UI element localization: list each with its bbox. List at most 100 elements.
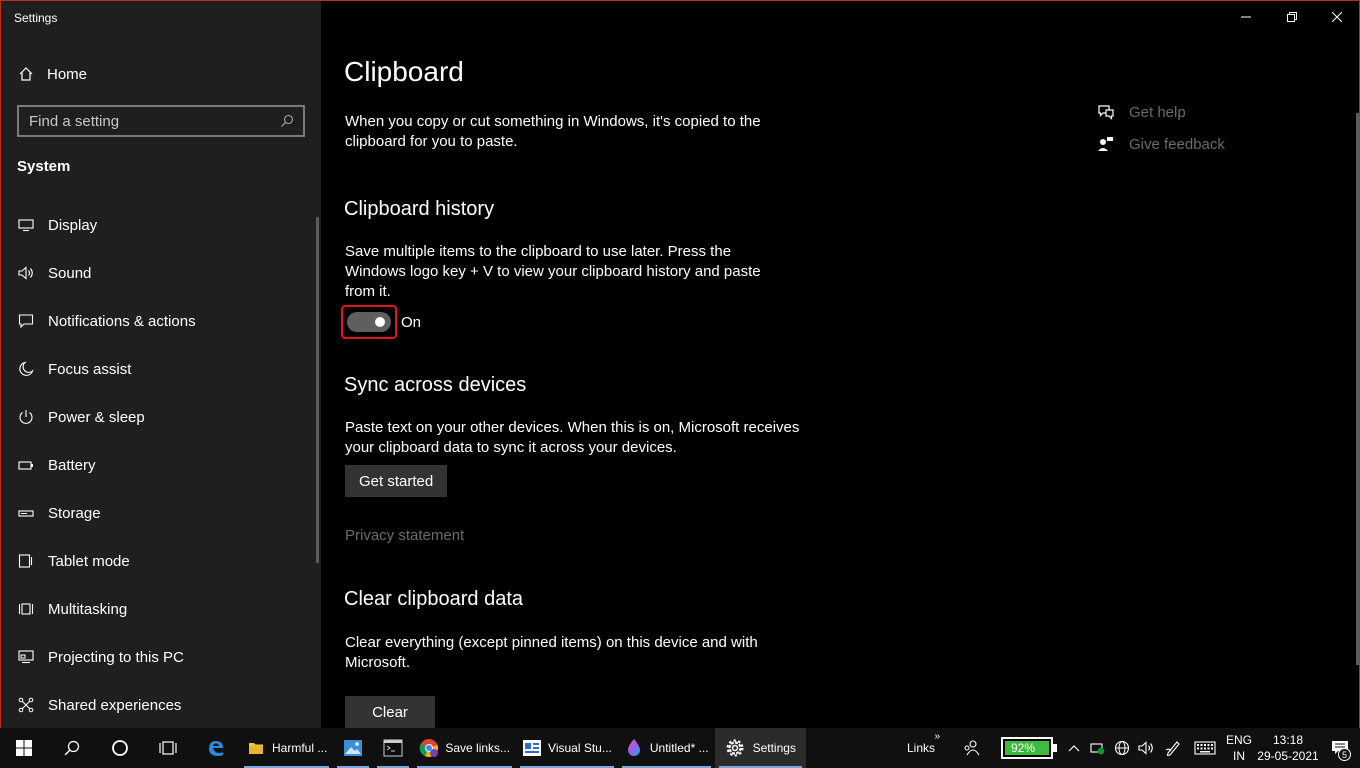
history-heading: Clipboard history (344, 198, 495, 220)
sidebar-item-label: Tablet mode (48, 552, 130, 570)
taskbar-app-label: Settings (752, 741, 796, 755)
terminal-icon (383, 738, 403, 758)
sidebar-item-label: Focus assist (48, 360, 132, 378)
clock-time: 13:18 (1272, 733, 1303, 747)
keyboard-icon (1194, 741, 1216, 755)
sidebar-item-shared-experiences[interactable]: Shared experiences (1, 681, 321, 728)
taskbar: Harmful ... Save links... Visual Stu... … (0, 728, 1360, 768)
sidebar-item-label: Sound (48, 264, 92, 282)
get-started-button[interactable]: Get started (345, 465, 448, 497)
taskbar-app-label: Visual Stu... (548, 741, 612, 755)
search-taskbar-button[interactable] (48, 728, 96, 768)
search-icon (64, 740, 80, 756)
sidebar-item-focus-assist[interactable]: Focus assist (1, 345, 321, 393)
main-content: Clipboard When you copy or cut something… (321, 1, 1359, 728)
notification-count-badge: 5 (1338, 748, 1351, 761)
language-code: ENG (1225, 733, 1252, 747)
sidebar-item-storage[interactable]: Storage (1, 489, 321, 537)
folder-icon (246, 738, 266, 758)
sidebar: Settings Home System Display Sound (1, 1, 321, 728)
network-button[interactable] (1110, 728, 1134, 768)
sidebar-item-power-sleep[interactable]: Power & sleep (1, 393, 321, 441)
minimize-button[interactable] (1223, 1, 1269, 33)
task-view-button[interactable] (144, 728, 192, 768)
search-icon[interactable] (275, 109, 299, 133)
clock-date: 29-05-2021 (1257, 749, 1319, 763)
restore-button[interactable] (1269, 1, 1315, 33)
language-region: IN (1232, 749, 1245, 763)
clear-button[interactable]: Clear (345, 696, 435, 728)
photos-icon (343, 738, 363, 758)
moon-icon (17, 360, 35, 378)
page-title: Clipboard (344, 56, 464, 87)
search-box[interactable] (17, 105, 305, 137)
sidebar-item-projecting[interactable]: Projecting to this PC (1, 633, 321, 681)
clock[interactable]: 13:18 29-05-2021 (1256, 728, 1320, 768)
history-toggle-row: On (341, 305, 421, 339)
settings-window: Settings Home System Display Sound (0, 0, 1360, 728)
action-center-button[interactable]: 5 (1320, 728, 1360, 768)
links-toolbar[interactable]: Links » (890, 728, 952, 768)
taskbar-app-label: Untitled* ... (649, 741, 709, 755)
home-icon (17, 65, 35, 83)
app-title: Settings (14, 11, 58, 25)
sidebar-scrollbar[interactable] (316, 217, 319, 563)
sync-heading: Sync across devices (344, 374, 527, 396)
sidebar-nav: Display Sound Notifications & actions Fo… (1, 201, 321, 728)
people-button[interactable] (952, 728, 992, 768)
taskbar-app-chrome[interactable]: Save links... (413, 728, 516, 768)
system-tray: Links » 92% ENG IN 13:18 29-05-2021 5 (890, 728, 1360, 768)
battery-icon (17, 456, 35, 474)
close-icon (1332, 12, 1342, 22)
taskbar-app-visual-studio[interactable]: Visual Stu... (516, 728, 618, 768)
start-button[interactable] (0, 728, 48, 768)
cortana-icon (112, 740, 128, 756)
volume-button[interactable] (1134, 728, 1158, 768)
sidebar-item-multitasking[interactable]: Multitasking (1, 585, 321, 633)
battery-percent: 92% (1011, 741, 1036, 755)
sidebar-item-sound[interactable]: Sound (1, 249, 321, 297)
privacy-statement-link[interactable]: Privacy statement (345, 527, 464, 544)
projecting-icon (17, 648, 35, 666)
give-feedback-link[interactable]: Give feedback (1096, 134, 1225, 154)
taskbar-app-terminal[interactable] (373, 728, 413, 768)
show-hidden-icons-button[interactable] (1062, 728, 1086, 768)
sidebar-home[interactable]: Home (17, 63, 87, 85)
sidebar-item-battery[interactable]: Battery (1, 441, 321, 489)
pen-workspace-button[interactable] (1158, 728, 1188, 768)
paint3d-icon (624, 738, 644, 758)
battery-meter[interactable]: 92% (992, 728, 1062, 768)
taskbar-app-paint3d[interactable]: Untitled* ... (618, 728, 715, 768)
chrome-icon (419, 738, 439, 758)
sidebar-item-tablet-mode[interactable]: Tablet mode (1, 537, 321, 585)
taskbar-app-photos[interactable] (333, 728, 373, 768)
touch-keyboard-button[interactable] (1188, 728, 1222, 768)
sidebar-item-label: Shared experiences (48, 696, 182, 714)
taskbar-app-settings[interactable]: Settings (714, 728, 806, 768)
input-language-button[interactable]: ENG IN (1222, 728, 1256, 768)
give-feedback-label: Give feedback (1129, 135, 1225, 153)
search-input[interactable] (19, 112, 275, 130)
settings-gear-icon (725, 738, 745, 758)
edge-icon (209, 741, 223, 756)
close-button[interactable] (1314, 1, 1359, 33)
task-view-icon (159, 741, 177, 755)
taskbar-app-explorer[interactable]: Harmful ... (240, 728, 333, 768)
sidebar-item-label: Battery (48, 456, 96, 474)
edge-button[interactable] (192, 728, 240, 768)
sidebar-item-notifications[interactable]: Notifications & actions (1, 297, 321, 345)
links-label: Links (906, 741, 935, 755)
sidebar-item-display[interactable]: Display (1, 201, 321, 249)
get-help-link[interactable]: Get help (1096, 102, 1186, 122)
get-help-label: Get help (1129, 103, 1186, 121)
battery-widget: 92% (1001, 737, 1057, 759)
history-description: Save multiple items to the clipboard to … (345, 243, 761, 300)
power-icon (17, 408, 35, 426)
display-icon (17, 216, 35, 234)
main-scrollbar[interactable] (1356, 113, 1359, 665)
taskbar-app-label: Harmful ... (272, 741, 328, 755)
tablet-icon (17, 552, 35, 570)
cortana-button[interactable] (96, 728, 144, 768)
power-tray-button[interactable] (1086, 728, 1110, 768)
clipboard-history-toggle[interactable] (347, 312, 391, 332)
